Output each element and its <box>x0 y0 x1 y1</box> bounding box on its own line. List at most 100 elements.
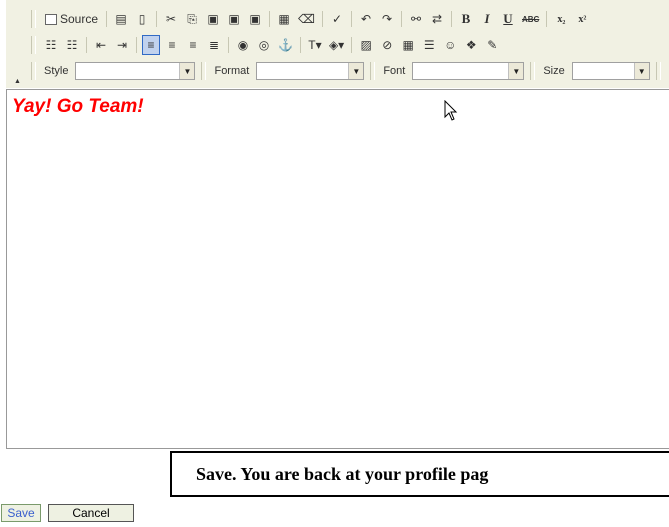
replace-button[interactable]: ⇄ <box>428 9 446 29</box>
superscript-button[interactable]: x² <box>573 9 591 29</box>
separator <box>546 11 548 27</box>
toolbar-collapse-icon[interactable]: ▲ <box>14 78 21 86</box>
unlink-button[interactable]: ◎ <box>255 35 273 55</box>
find-button[interactable]: ⚯ <box>407 9 425 29</box>
paste-word-button[interactable]: ▣ <box>246 9 264 29</box>
align-left-icon: ≡ <box>147 38 155 52</box>
copy-icon: ⎘ <box>187 12 197 26</box>
strikethrough-button[interactable]: ABC <box>520 9 541 29</box>
paste-word-icon: ▣ <box>249 12 261 26</box>
ordered-list-button[interactable]: ☷ <box>42 35 60 55</box>
italic-button[interactable]: I <box>478 9 496 29</box>
ordered-list-icon: ☷ <box>45 38 57 52</box>
spellcheck-button[interactable]: ✓ <box>328 9 346 29</box>
separator <box>299 37 301 53</box>
align-justify-button[interactable]: ≣ <box>205 35 223 55</box>
editor-content-text[interactable]: Yay! Go Team! <box>12 96 144 118</box>
image-icon: ▨ <box>360 38 372 52</box>
save-button[interactable]: Save <box>1 504 41 522</box>
underline-button[interactable]: U <box>499 9 517 29</box>
separator <box>451 11 452 27</box>
cut-button[interactable]: ✂ <box>162 9 180 29</box>
chevron-down-icon: ▼ <box>633 63 649 79</box>
find-icon: ⚯ <box>410 12 422 26</box>
toolbar-grip <box>31 62 36 80</box>
align-right-button[interactable]: ≡ <box>184 35 202 55</box>
cut-icon: ✂ <box>166 12 177 26</box>
indent-button[interactable]: ⇥ <box>113 35 131 55</box>
horizontal-rule-icon: ☰ <box>423 38 435 52</box>
image-button[interactable]: ▨ <box>357 35 375 55</box>
page-break-icon: ✎ <box>487 38 498 52</box>
instruction-callout: Save. You are back at your profile pag <box>170 451 669 497</box>
paste-button[interactable]: ▣ <box>204 9 222 29</box>
toolbar-grip <box>31 10 36 28</box>
bulleted-list-icon: ☷ <box>66 38 78 52</box>
spellcheck-icon: ✓ <box>331 12 343 26</box>
save-doc-icon: ▤ <box>115 12 127 26</box>
smiley-button[interactable]: ☺ <box>441 35 459 55</box>
format-dropdown[interactable]: ▼ <box>256 62 365 80</box>
undo-button[interactable]: ↶ <box>357 9 375 29</box>
align-right-icon: ≡ <box>189 38 197 52</box>
horizontal-rule-button[interactable]: ☰ <box>420 35 438 55</box>
indent-icon: ⇥ <box>116 38 128 52</box>
eraser-icon: ⌫ <box>298 12 315 26</box>
chevron-down-icon: ▼ <box>508 63 524 79</box>
toolbar-row-1: Source ▤ ▯ ✂ ⎘ ▣ ▣ ▣ ▦ ⌫ ✓ ↶ ↷ ⚯ ⇄ B I U… <box>28 8 591 30</box>
special-char-button[interactable]: ❖ <box>462 35 480 55</box>
replace-icon: ⇄ <box>431 12 443 26</box>
source-button[interactable]: Source <box>42 9 101 29</box>
select-all-icon: ▦ <box>278 12 290 26</box>
unlink-icon: ◎ <box>258 38 270 52</box>
page-break-button[interactable]: ✎ <box>483 35 501 55</box>
outdent-button[interactable]: ⇤ <box>92 35 110 55</box>
editor-area[interactable]: Yay! Go Team! <box>6 89 669 449</box>
separator <box>269 11 271 27</box>
outdent-icon: ⇤ <box>95 38 107 52</box>
link-icon: ◉ <box>237 38 249 52</box>
smiley-icon: ☺ <box>444 38 457 52</box>
size-dropdown[interactable]: ▼ <box>571 62 650 80</box>
separator <box>136 37 137 53</box>
cancel-button[interactable]: Cancel <box>48 504 134 522</box>
editor-toolbar: ▲ Source ▤ ▯ ✂ ⎘ ▣ ▣ ▣ ▦ ⌫ ✓ ↶ ↷ ⚯ ⇄ B I… <box>6 0 669 88</box>
subscript-button[interactable]: x₂ <box>552 9 570 29</box>
table-button[interactable]: ▦ <box>399 35 417 55</box>
toolbar-grip <box>201 62 207 80</box>
redo-button[interactable]: ↷ <box>378 9 396 29</box>
toolbar-grip <box>370 62 376 80</box>
source-icon <box>45 13 57 25</box>
anchor-icon: ⚓ <box>278 38 293 52</box>
flash-button[interactable]: ⊘ <box>378 35 396 55</box>
redo-icon: ↷ <box>381 12 393 26</box>
anchor-button[interactable]: ⚓ <box>276 35 295 55</box>
font-dropdown[interactable]: ▼ <box>412 62 525 80</box>
remove-format-button[interactable]: ⌫ <box>296 9 317 29</box>
copy-button[interactable]: ⎘ <box>183 9 201 29</box>
align-left-button[interactable]: ≡ <box>142 35 160 55</box>
toolbar-row-3: Style ▼ Format ▼ Font ▼ Size ▼ ? <box>28 60 669 82</box>
paste-text-button[interactable]: ▣ <box>225 9 243 29</box>
align-justify-icon: ≣ <box>208 38 220 52</box>
separator <box>228 37 229 53</box>
align-center-button[interactable]: ≡ <box>163 35 181 55</box>
toolbar-grip <box>530 62 536 80</box>
new-page-icon: ▯ <box>138 12 146 26</box>
style-dropdown[interactable]: ▼ <box>75 62 196 80</box>
text-color-button[interactable]: T▾ <box>306 35 324 55</box>
bold-button[interactable]: B <box>457 9 475 29</box>
source-label: Source <box>60 12 99 26</box>
bg-color-button[interactable]: ◈▾ <box>327 35 346 55</box>
paste-text-icon: ▣ <box>228 12 240 26</box>
bulleted-list-button[interactable]: ☷ <box>63 35 81 55</box>
paste-icon: ▣ <box>207 12 219 26</box>
font-label: Font <box>383 65 406 77</box>
separator <box>106 11 108 27</box>
mouse-pointer-icon <box>444 100 458 121</box>
save-doc-button[interactable]: ▤ <box>112 9 130 29</box>
new-page-button[interactable]: ▯ <box>133 9 151 29</box>
select-all-button[interactable]: ▦ <box>275 9 293 29</box>
separator <box>156 11 158 27</box>
link-button[interactable]: ◉ <box>234 35 252 55</box>
